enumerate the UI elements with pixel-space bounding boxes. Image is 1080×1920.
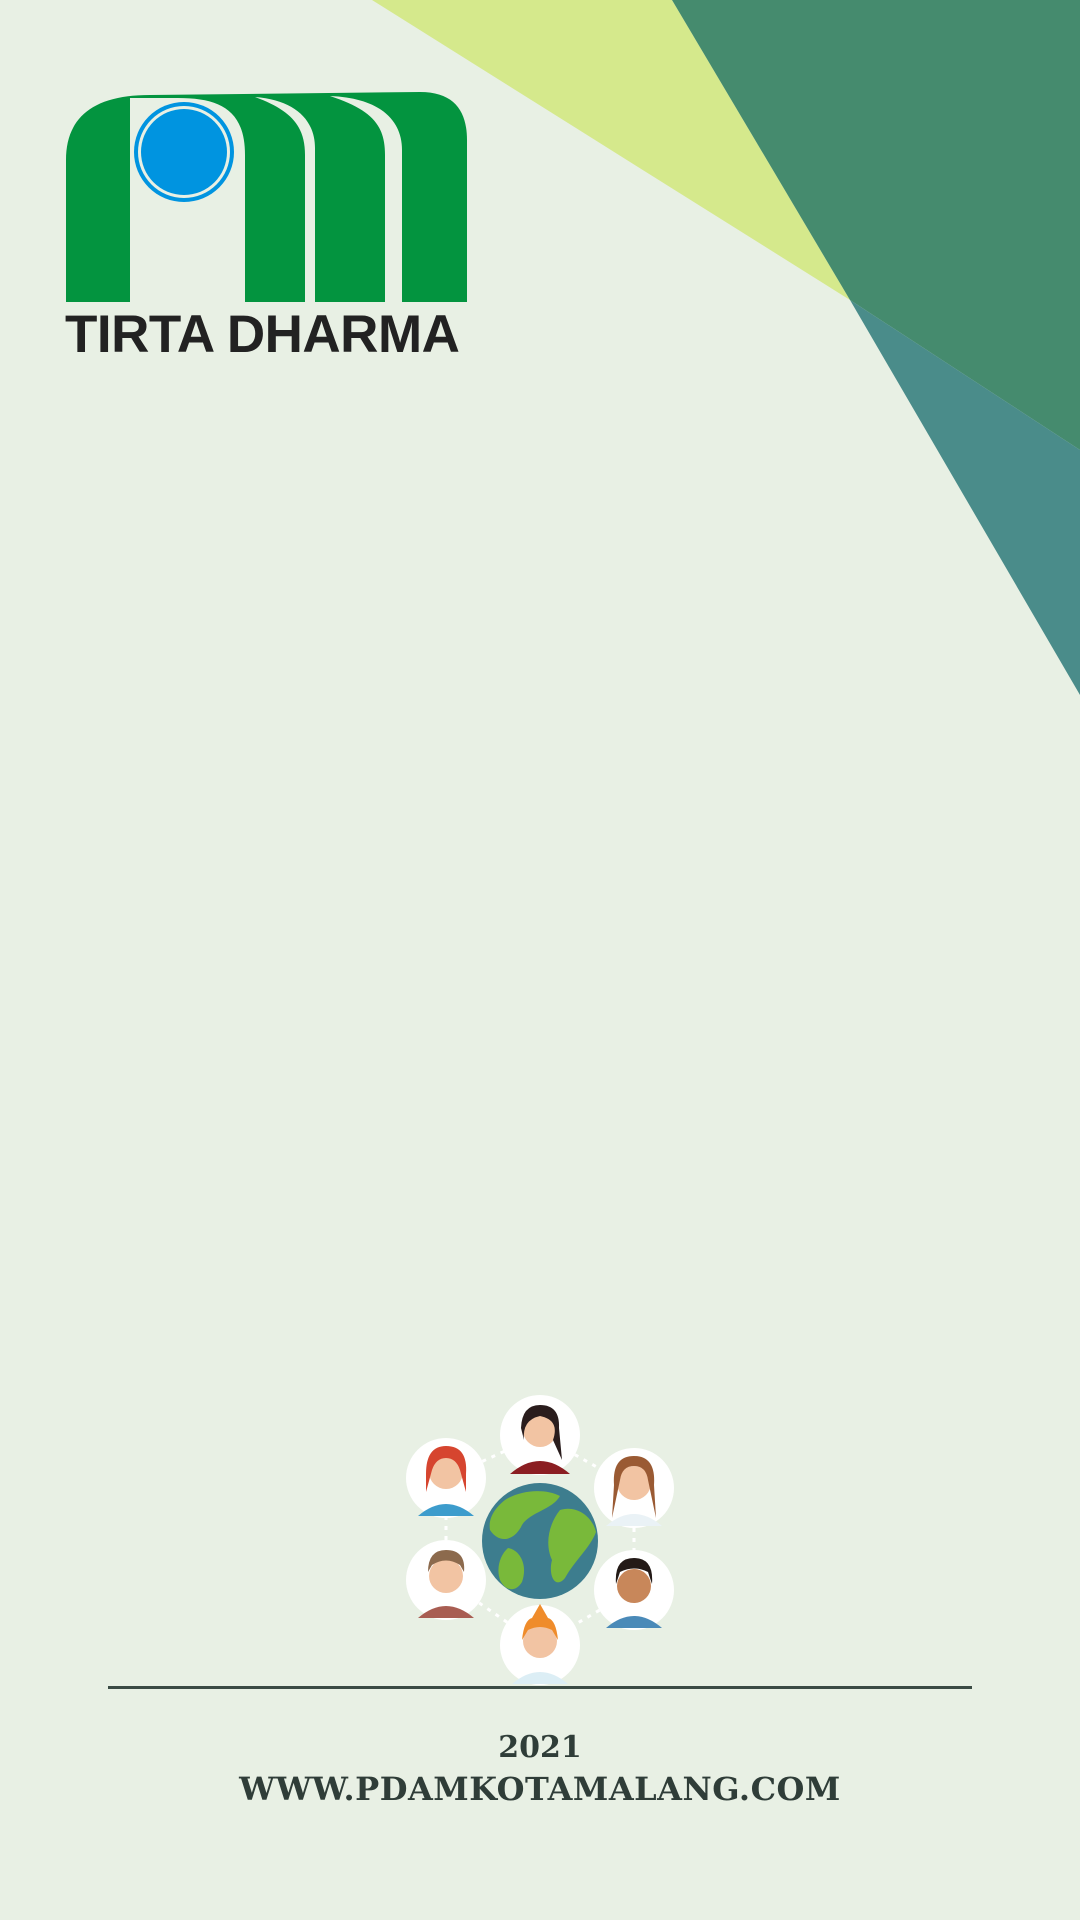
footer-year: 2021: [498, 1730, 582, 1765]
footer-divider: [108, 1686, 972, 1689]
globe-icon: [482, 1483, 598, 1599]
person-avatar-top-right: [594, 1448, 674, 1528]
person-avatar-top-left: [406, 1438, 486, 1518]
person-avatar-bottom-right: [594, 1550, 674, 1630]
person-avatar-top: [500, 1395, 580, 1475]
person-avatar-bottom: [500, 1604, 580, 1685]
person-avatar-bottom-left: [406, 1540, 486, 1620]
people-around-globe-icon: [406, 1395, 674, 1685]
footer-website: WWW.PDAMKOTAMALANG.COM: [239, 1770, 841, 1808]
